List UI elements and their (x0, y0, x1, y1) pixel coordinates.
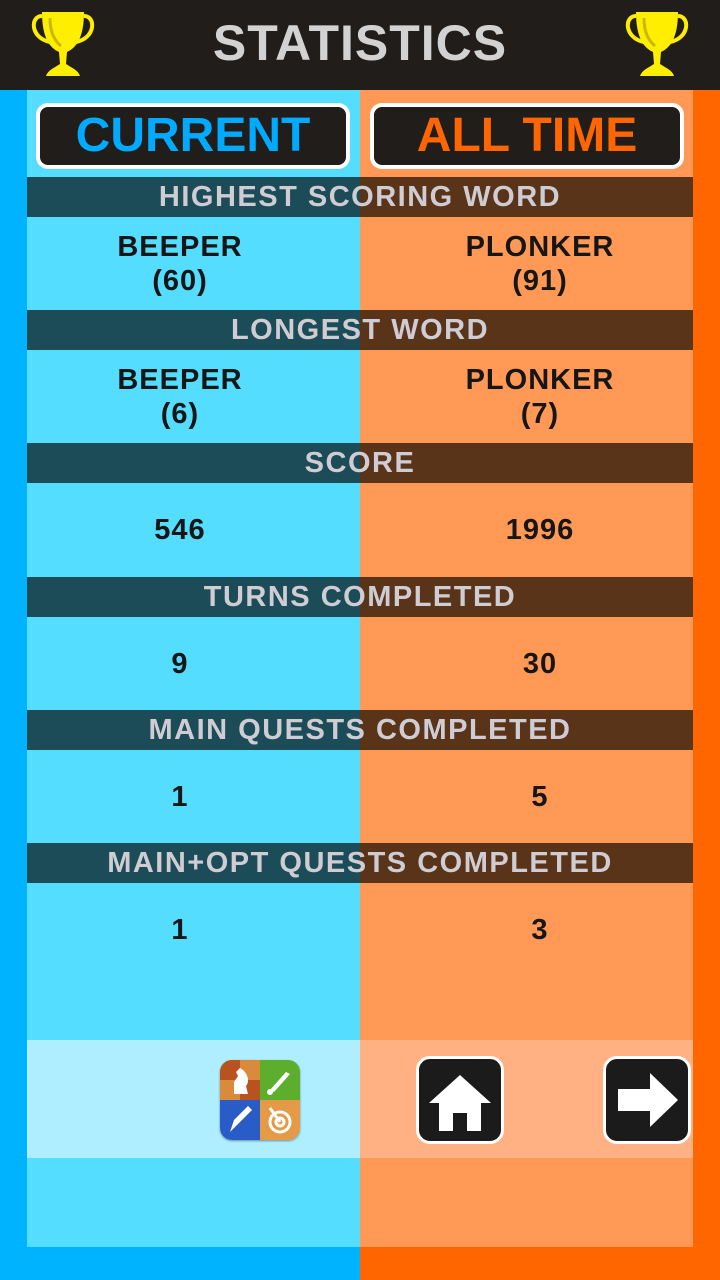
stat-section: MAIN QUESTS COMPLETED 1 5 (27, 710, 693, 843)
current-value: 1 (27, 883, 360, 976)
all-time-value: PLONKER (91) (360, 217, 693, 310)
stat-values: 9 30 (27, 617, 693, 710)
current-value-line: 546 (154, 513, 206, 546)
home-icon (429, 1075, 491, 1131)
stat-values: 13 (27, 883, 693, 976)
current-value-line: 9 (171, 647, 189, 680)
all-time-value: PLONKER (7) (360, 350, 693, 443)
stat-section-header: SCORE (27, 443, 693, 483)
trophy-icon (625, 12, 689, 76)
stat-section: LONGEST WORD BEEPER (6) PLONKER (7) (27, 310, 693, 443)
all-time-value-line: PLONKER (465, 363, 615, 396)
current-value: 546 (27, 483, 360, 576)
stat-values: 15 (27, 750, 693, 843)
stat-section-header: TURNS COMPLETED (27, 577, 693, 617)
stat-section: HIGHEST SCORING WORD BEEPER (60) PLONKER (91… (27, 177, 693, 310)
game-center-button[interactable] (220, 1060, 300, 1140)
next-button[interactable] (603, 1056, 691, 1144)
header-bar: STATISTICS (0, 0, 720, 90)
all-time-value-line: 1996 (505, 513, 575, 546)
current-value-line: (60) (152, 264, 208, 297)
stat-label: LONGEST WORD (230, 314, 490, 346)
stat-label: HIGHEST SCORING WORD (158, 181, 562, 213)
footer-bar-left (27, 1040, 360, 1158)
current-value: BEEPER (60) (27, 217, 360, 310)
stat-label: MAIN+OPT QUESTS COMPLETED (107, 847, 613, 879)
home-button[interactable] (416, 1056, 504, 1144)
all-time-value: 3 (360, 883, 693, 976)
stat-values: 546 1996 (27, 483, 693, 576)
stat-label: SCORE (304, 447, 416, 479)
current-value-line: (6) (160, 397, 200, 430)
current-value-line: 1 (171, 913, 189, 946)
stat-values: BEEPER (6) PLONKER (7) (27, 350, 693, 443)
stat-section: MAIN+OPT QUESTS COMPLETED 1 3 (27, 843, 693, 976)
current-value: BEEPER (6) (27, 350, 360, 443)
all-time-value-line: PLONKER (465, 230, 615, 263)
all-time-value-line: 30 (522, 647, 558, 680)
all-time-value-line: 3 (531, 913, 549, 946)
stat-values: BEEPER (60) PLONKER (91) (27, 217, 693, 310)
all-time-value-line: (91) (512, 264, 568, 297)
all-time-value: 1996 (360, 483, 693, 576)
all-time-value: 30 (360, 617, 693, 710)
stat-section: SCORE 546 1996 (27, 443, 693, 576)
all-time-value-line: (7) (520, 397, 560, 430)
current-value: 9 (27, 617, 360, 710)
all-time-value: 5 (360, 750, 693, 843)
stat-label: MAIN QUESTS COMPLETED (148, 714, 572, 746)
stat-label: TURNS COMPLETED (203, 581, 517, 613)
current-value: 1 (27, 750, 360, 843)
stat-section-header: MAIN QUESTS COMPLETED (27, 710, 693, 750)
all-time-value-line: 5 (531, 780, 549, 813)
arrow-right-icon (618, 1073, 678, 1127)
current-value-line: BEEPER (117, 363, 243, 396)
stat-section-header: LONGEST WORD (27, 310, 693, 350)
stat-section: TURNS COMPLETED 9 30 (27, 577, 693, 710)
tab-current[interactable]: CURRENT (36, 103, 350, 169)
page-title: STATISTICS (212, 15, 508, 71)
stat-section-header: MAIN+OPT QUESTS COMPLETED (27, 843, 693, 883)
stat-section-header: HIGHEST SCORING WORD (27, 177, 693, 217)
tab-all-time[interactable]: ALL TIME (370, 103, 684, 169)
game-center-icon (220, 1060, 300, 1140)
current-value-line: BEEPER (117, 230, 243, 263)
current-value-line: 1 (171, 780, 189, 813)
